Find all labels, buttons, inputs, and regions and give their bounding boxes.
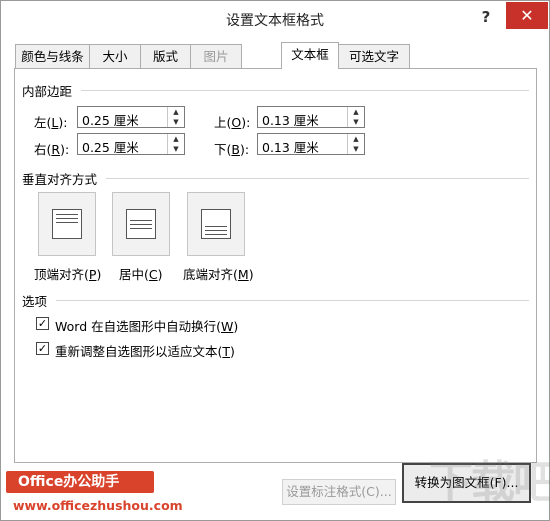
left-margin-label: 左(L): xyxy=(34,115,68,130)
callout-format-button[interactable]: 设置标注格式(C)... xyxy=(282,479,396,505)
title-bar: 设置文本框格式 ? ✕ xyxy=(1,1,549,37)
tab-colors-lines[interactable]: 颜色与线条 xyxy=(15,44,90,68)
section-divider xyxy=(56,300,529,301)
align-top-button[interactable] xyxy=(38,192,96,256)
section-internal-margin-label: 内部边距 xyxy=(22,84,73,99)
section-divider xyxy=(81,90,529,91)
tab-picture[interactable]: 图片 xyxy=(190,44,242,68)
resize-shape-checkbox[interactable]: ✓ xyxy=(36,342,49,355)
align-middle-button[interactable] xyxy=(112,192,170,256)
top-margin-label: 上(O): xyxy=(214,115,251,130)
top-margin-up-icon[interactable]: ▲ xyxy=(348,107,364,117)
left-margin-down-icon[interactable]: ▼ xyxy=(168,117,184,127)
format-textbox-dialog: 设置文本框格式 ? ✕ 颜色与线条 大小 版式 图片 文本框 可选文字 内部边距… xyxy=(0,0,550,521)
help-button[interactable]: ? xyxy=(467,5,505,29)
watermark-url: www.officezhushou.com xyxy=(13,498,183,513)
tab-layout[interactable]: 版式 xyxy=(140,44,191,68)
right-margin-spinner[interactable]: 0.25 厘米 ▲ ▼ xyxy=(77,133,185,155)
watermark-brand: Office办公助手 xyxy=(6,471,154,493)
bottom-margin-label: 下(B): xyxy=(214,142,250,157)
align-bottom-label: 底端对齐(M) xyxy=(183,267,254,282)
align-bottom-icon xyxy=(201,209,231,239)
tab-strip: 颜色与线条 大小 版式 图片 文本框 可选文字 xyxy=(15,42,535,69)
section-options-label: 选项 xyxy=(22,294,48,309)
right-margin-value[interactable]: 0.25 厘米 xyxy=(82,137,139,156)
top-margin-down-icon[interactable]: ▼ xyxy=(348,117,364,127)
tab-alt-text[interactable]: 可选文字 xyxy=(338,44,410,68)
align-middle-label: 居中(C) xyxy=(119,267,163,282)
left-margin-up-icon[interactable]: ▲ xyxy=(168,107,184,117)
align-bottom-button[interactable] xyxy=(187,192,245,256)
right-margin-up-icon[interactable]: ▲ xyxy=(168,134,184,144)
tab-size[interactable]: 大小 xyxy=(89,44,141,68)
bottom-margin-down-icon[interactable]: ▼ xyxy=(348,144,364,154)
tab-textbox[interactable]: 文本框 xyxy=(281,42,339,69)
word-wrap-label: Word 在自选图形中自动换行(W) xyxy=(55,319,239,334)
top-margin-value[interactable]: 0.13 厘米 xyxy=(262,110,319,129)
right-margin-label: 右(R): xyxy=(34,142,70,157)
bottom-margin-value[interactable]: 0.13 厘米 xyxy=(262,137,319,156)
left-margin-value[interactable]: 0.25 厘米 xyxy=(82,110,139,129)
resize-shape-label: 重新调整自选图形以适应文本(T) xyxy=(55,344,235,359)
top-margin-spinner[interactable]: 0.13 厘米 ▲ ▼ xyxy=(257,106,365,128)
word-wrap-checkbox[interactable]: ✓ xyxy=(36,317,49,330)
section-vertical-alignment-label: 垂直对齐方式 xyxy=(22,172,98,187)
watermark-logo: 下载吧 xyxy=(429,457,550,508)
right-margin-down-icon[interactable]: ▼ xyxy=(168,144,184,154)
bottom-margin-spinner[interactable]: 0.13 厘米 ▲ ▼ xyxy=(257,133,365,155)
bottom-margin-up-icon[interactable]: ▲ xyxy=(348,134,364,144)
align-top-icon xyxy=(52,209,82,239)
section-divider xyxy=(106,178,529,179)
align-middle-icon xyxy=(126,209,156,239)
align-top-label: 顶端对齐(P) xyxy=(34,267,102,282)
left-margin-spinner[interactable]: 0.25 厘米 ▲ ▼ xyxy=(77,106,185,128)
close-button[interactable]: ✕ xyxy=(506,2,548,29)
